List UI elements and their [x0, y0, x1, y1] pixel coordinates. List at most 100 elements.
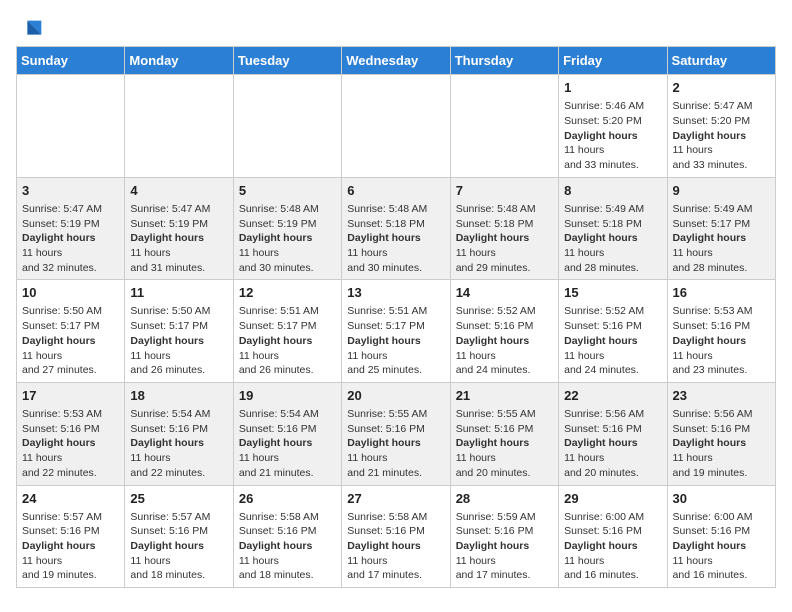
calendar-cell: 2Sunrise: 5:47 AMSunset: 5:20 PMDaylight… [667, 75, 775, 178]
day-number: 7 [456, 182, 553, 200]
day-number: 25 [130, 490, 227, 508]
daylight-label: Daylight hours [456, 335, 530, 347]
daylight-label: Daylight hours [564, 335, 638, 347]
calendar-cell [125, 75, 233, 178]
day-number: 14 [456, 284, 553, 302]
calendar-cell: 8Sunrise: 5:49 AMSunset: 5:18 PMDaylight… [559, 177, 667, 280]
day-number: 23 [673, 387, 770, 405]
daylight-label: Daylight hours [347, 335, 421, 347]
day-info: Sunrise: 5:57 AMSunset: 5:16 PMDaylight … [130, 510, 227, 583]
daylight-label: Daylight hours [564, 130, 638, 142]
day-info: Sunrise: 5:52 AMSunset: 5:16 PMDaylight … [456, 304, 553, 377]
daylight-label: Daylight hours [22, 232, 96, 244]
day-number: 19 [239, 387, 336, 405]
day-info: Sunrise: 5:51 AMSunset: 5:17 PMDaylight … [347, 304, 444, 377]
daylight-label: Daylight hours [22, 540, 96, 552]
daylight-label: Daylight hours [673, 437, 747, 449]
day-info: Sunrise: 5:49 AMSunset: 5:17 PMDaylight … [673, 202, 770, 275]
daylight-label: Daylight hours [22, 437, 96, 449]
calendar-cell: 12Sunrise: 5:51 AMSunset: 5:17 PMDayligh… [233, 280, 341, 383]
column-header-friday: Friday [559, 47, 667, 75]
daylight-label: Daylight hours [347, 437, 421, 449]
day-number: 9 [673, 182, 770, 200]
day-info: Sunrise: 5:53 AMSunset: 5:16 PMDaylight … [673, 304, 770, 377]
daylight-label: Daylight hours [22, 335, 96, 347]
day-number: 18 [130, 387, 227, 405]
calendar-cell: 26 Sunrise: 5:58 AMSunset: 5:16 PMDayligh… [233, 485, 341, 588]
day-number: 2 [673, 79, 770, 97]
day-info: Sunrise: 5:53 AMSunset: 5:16 PMDaylight … [22, 407, 119, 480]
day-number: 21 [456, 387, 553, 405]
daylight-label: Daylight hours [456, 540, 530, 552]
day-number: 11 [130, 284, 227, 302]
calendar-cell: 1 Sunrise: 5:46 AMSunset: 5:20 PMDaylight… [559, 75, 667, 178]
calendar-cell: 25 Sunrise: 5:57 AMSunset: 5:16 PMDayligh… [125, 485, 233, 588]
calendar-cell: 14 Sunrise: 5:52 AMSunset: 5:16 PMDayligh… [450, 280, 558, 383]
day-info: Sunrise: 5:54 AMSunset: 5:16 PMDaylight … [239, 407, 336, 480]
calendar-cell [450, 75, 558, 178]
calendar-cell: 24 Sunrise: 5:57 AMSunset: 5:16 PMDayligh… [17, 485, 125, 588]
day-info: Sunrise: 5:54 AMSunset: 5:16 PMDaylight … [130, 407, 227, 480]
calendar-week-row: 24 Sunrise: 5:57 AMSunset: 5:16 PMDayligh… [17, 485, 776, 588]
column-header-sunday: Sunday [17, 47, 125, 75]
day-number: 13 [347, 284, 444, 302]
calendar-cell: 28Sunrise: 5:59 AMSunset: 5:16 PMDayligh… [450, 485, 558, 588]
day-number: 30 [673, 490, 770, 508]
daylight-label: Daylight hours [239, 232, 313, 244]
day-info: Sunrise: 6:00 AMSunset: 5:16 PMDaylight … [564, 510, 661, 583]
calendar-cell: 29Sunrise: 6:00 AMSunset: 5:16 PMDayligh… [559, 485, 667, 588]
calendar-week-row: 10Sunrise: 5:50 AMSunset: 5:17 PMDayligh… [17, 280, 776, 383]
daylight-label: Daylight hours [456, 437, 530, 449]
day-number: 28 [456, 490, 553, 508]
day-info: Sunrise: 6:00 AMSunset: 5:16 PMDaylight … [673, 510, 770, 583]
calendar-cell: 5Sunrise: 5:48 AMSunset: 5:19 PMDaylight… [233, 177, 341, 280]
day-number: 17 [22, 387, 119, 405]
calendar-week-row: 1 Sunrise: 5:46 AMSunset: 5:20 PMDaylight… [17, 75, 776, 178]
calendar-cell: 9 Sunrise: 5:49 AMSunset: 5:17 PMDaylight… [667, 177, 775, 280]
calendar-cell: 19 Sunrise: 5:54 AMSunset: 5:16 PMDayligh… [233, 382, 341, 485]
calendar-cell: 30 Sunrise: 6:00 AMSunset: 5:16 PMDayligh… [667, 485, 775, 588]
daylight-label: Daylight hours [239, 540, 313, 552]
day-info: Sunrise: 5:58 AMSunset: 5:16 PMDaylight … [347, 510, 444, 583]
day-info: Sunrise: 5:46 AMSunset: 5:20 PMDaylight … [564, 99, 661, 172]
day-info: Sunrise: 5:58 AMSunset: 5:16 PMDaylight … [239, 510, 336, 583]
calendar-header-row: SundayMondayTuesdayWednesdayThursdayFrid… [17, 47, 776, 75]
calendar-cell: 7Sunrise: 5:48 AMSunset: 5:18 PMDaylight… [450, 177, 558, 280]
day-info: Sunrise: 5:57 AMSunset: 5:16 PMDaylight … [22, 510, 119, 583]
calendar-table: SundayMondayTuesdayWednesdayThursdayFrid… [16, 46, 776, 588]
daylight-label: Daylight hours [673, 130, 747, 142]
column-header-thursday: Thursday [450, 47, 558, 75]
calendar-cell [233, 75, 341, 178]
daylight-label: Daylight hours [239, 335, 313, 347]
daylight-label: Daylight hours [347, 540, 421, 552]
logo [16, 16, 46, 38]
day-number: 26 [239, 490, 336, 508]
daylight-label: Daylight hours [673, 540, 747, 552]
day-number: 6 [347, 182, 444, 200]
daylight-label: Daylight hours [239, 437, 313, 449]
day-info: Sunrise: 5:56 AMSunset: 5:16 PMDaylight … [564, 407, 661, 480]
column-header-wednesday: Wednesday [342, 47, 450, 75]
day-info: Sunrise: 5:50 AMSunset: 5:17 PMDaylight … [22, 304, 119, 377]
calendar-cell: 27Sunrise: 5:58 AMSunset: 5:16 PMDayligh… [342, 485, 450, 588]
calendar-cell: 23Sunrise: 5:56 AMSunset: 5:16 PMDayligh… [667, 382, 775, 485]
calendar-cell: 3Sunrise: 5:47 AMSunset: 5:19 PMDaylight… [17, 177, 125, 280]
day-number: 1 [564, 79, 661, 97]
calendar-cell: 10Sunrise: 5:50 AMSunset: 5:17 PMDayligh… [17, 280, 125, 383]
calendar-cell: 20Sunrise: 5:55 AMSunset: 5:16 PMDayligh… [342, 382, 450, 485]
calendar-week-row: 3Sunrise: 5:47 AMSunset: 5:19 PMDaylight… [17, 177, 776, 280]
column-header-saturday: Saturday [667, 47, 775, 75]
day-number: 22 [564, 387, 661, 405]
day-number: 12 [239, 284, 336, 302]
daylight-label: Daylight hours [673, 335, 747, 347]
daylight-label: Daylight hours [130, 437, 204, 449]
calendar-cell: 21Sunrise: 5:55 AMSunset: 5:16 PMDayligh… [450, 382, 558, 485]
day-info: Sunrise: 5:48 AMSunset: 5:18 PMDaylight … [347, 202, 444, 275]
calendar-cell: 13 Sunrise: 5:51 AMSunset: 5:17 PMDayligh… [342, 280, 450, 383]
daylight-label: Daylight hours [130, 540, 204, 552]
day-info: Sunrise: 5:49 AMSunset: 5:18 PMDaylight … [564, 202, 661, 275]
page-header [16, 16, 776, 38]
calendar-cell: 6 Sunrise: 5:48 AMSunset: 5:18 PMDaylight… [342, 177, 450, 280]
column-header-monday: Monday [125, 47, 233, 75]
day-number: 24 [22, 490, 119, 508]
